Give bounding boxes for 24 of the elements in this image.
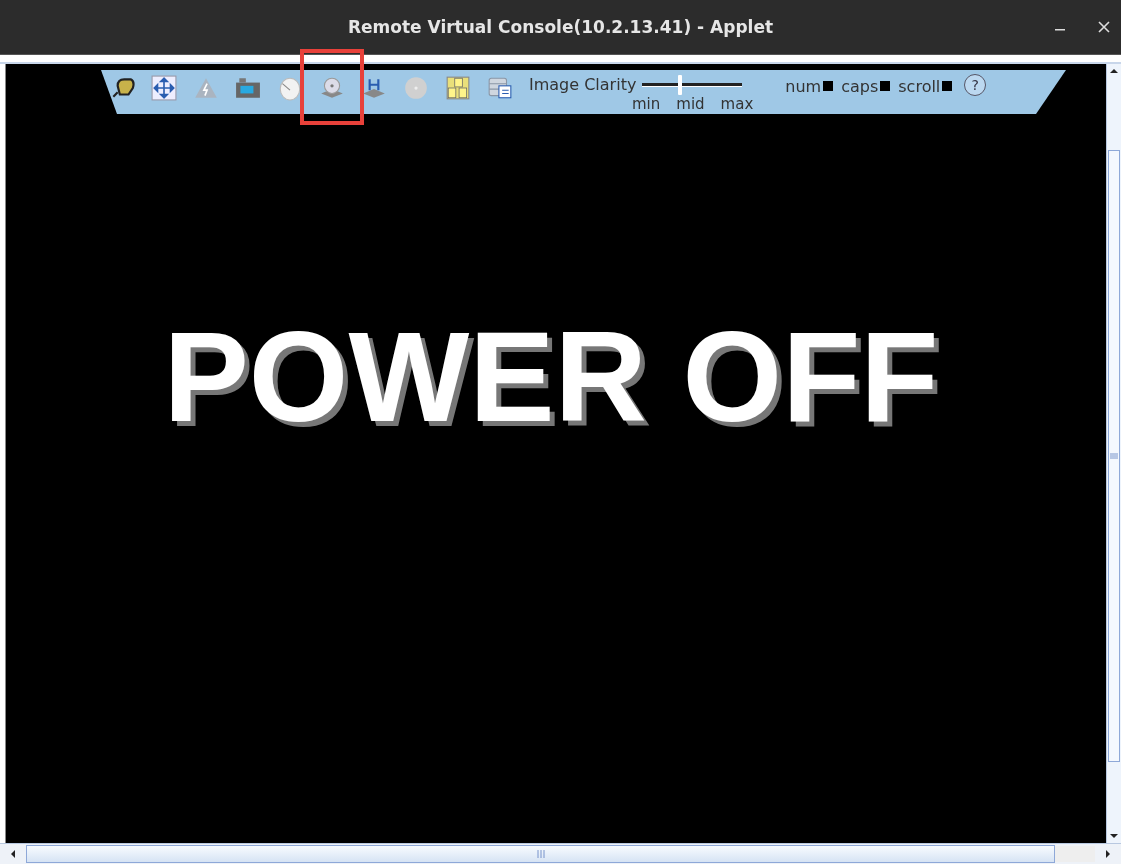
keyboard-keys-icon[interactable] [445, 75, 471, 101]
lock-label: caps [841, 76, 879, 96]
horizontal-scrollbar[interactable] [0, 843, 1121, 864]
scroll-thumb[interactable] [26, 845, 1055, 863]
lock-label: num [785, 76, 822, 96]
slider-tick-label: mid [676, 96, 705, 113]
move-arrows-icon[interactable] [151, 75, 177, 101]
window-title: Remote Virtual Console(10.2.13.41) - Applet [347, 17, 774, 37]
lock-indicator-icon [823, 81, 834, 91]
clarity-label: Image Clarity [529, 74, 637, 96]
power-off-message: POWER OFF [163, 313, 939, 441]
close-icon[interactable] [1097, 20, 1111, 34]
mouse-icon[interactable] [277, 75, 303, 101]
cd-drive-icon[interactable] [319, 75, 345, 101]
slider-tick-label: max [720, 96, 754, 113]
vertical-scrollbar[interactable] [1106, 64, 1121, 843]
lock-label: scroll [898, 76, 941, 96]
video-camera-icon[interactable] [235, 75, 261, 101]
lock-indicator-icon [880, 81, 891, 91]
lock-indicator-icon [942, 81, 953, 91]
server-stack-icon[interactable] [487, 75, 513, 101]
slider-thumb[interactable] [678, 75, 683, 95]
scroll-thumb[interactable] [1108, 149, 1120, 762]
slider-tick-label: min [632, 96, 661, 113]
